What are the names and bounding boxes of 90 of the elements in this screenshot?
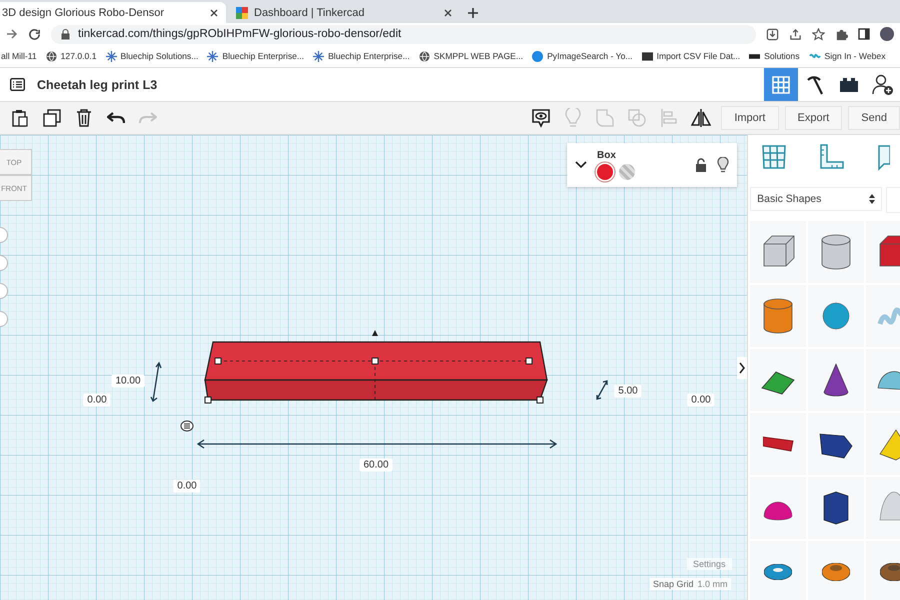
design-title[interactable]: Cheetah leg print L3 [37, 78, 764, 92]
square-logo [642, 52, 653, 60]
redo-arrow-icon [139, 112, 157, 124]
shape-tile[interactable] [808, 285, 864, 347]
asterisk-icon [207, 50, 218, 62]
duplicate-icon [43, 109, 61, 127]
pickaxe-icon [805, 74, 825, 94]
height-dimension-arrow [150, 361, 162, 403]
shape-tile[interactable] [808, 221, 864, 283]
lock-icon [61, 28, 70, 40]
grid-icon [772, 76, 790, 94]
dimension-label[interactable]: 5.00 [614, 384, 642, 398]
shape-tile[interactable] [808, 413, 864, 475]
shape-name: Box [597, 150, 617, 161]
toolbar-button[interactable]: Export [784, 106, 842, 130]
collapse-chevron-icon[interactable] [575, 161, 587, 169]
toolbar-button[interactable]: Import [721, 106, 778, 130]
dimension-label[interactable]: 0.00 [687, 394, 715, 406]
shape-category-select[interactable]: Basic Shapes [750, 187, 882, 211]
asterisk-icon [106, 50, 116, 62]
trash-icon [76, 109, 92, 127]
add-user-icon [872, 74, 894, 96]
circle-logo [532, 50, 544, 62]
asterisk-icon [313, 50, 324, 62]
unlocked-padlock-icon[interactable] [695, 158, 707, 172]
forward-arrow-icon[interactable] [6, 28, 18, 40]
bookmark[interactable]: Solutions [749, 51, 800, 61]
globe-icon [46, 50, 57, 62]
workplane-icon[interactable] [760, 143, 788, 171]
snap-grid-label: Snap Grid [653, 579, 694, 589]
bookmark[interactable]: Import CSV File Dat... [642, 51, 740, 61]
lightbulb-icon[interactable] [717, 157, 729, 173]
dimension-label[interactable]: 0.00 [173, 480, 201, 492]
close-icon[interactable] [210, 8, 218, 16]
design-list-icon[interactable] [10, 78, 25, 91]
bar-logo [749, 54, 760, 58]
bookmark[interactable]: PyImageSearch - Yo... [532, 50, 633, 62]
shape-tile[interactable] [750, 477, 806, 539]
wave-logo [808, 52, 821, 60]
shape-tile[interactable] [750, 541, 806, 600]
speech-bubble-eye-icon [531, 108, 552, 128]
align-icon [661, 108, 678, 128]
reload-icon[interactable] [28, 28, 41, 40]
share-icon[interactable] [789, 28, 802, 40]
brick-icon [839, 76, 859, 92]
chevron-icon [739, 362, 746, 374]
shape-tile[interactable] [808, 541, 864, 600]
profile-avatar[interactable] [880, 27, 894, 41]
plus-icon [467, 6, 479, 18]
lightbulb-icon [565, 108, 582, 128]
bookmark[interactable]: Bluechip Enterprise... [207, 50, 304, 62]
toolbar-button[interactable]: Send [848, 106, 900, 130]
bookmark[interactable]: Bluechip Enterprise... [313, 50, 410, 62]
bookmark[interactable]: Bluechip Solutions... [106, 50, 198, 62]
close-icon[interactable] [444, 8, 452, 16]
install-icon[interactable] [766, 28, 779, 40]
bookmark[interactable]: all Mill-11 [1, 51, 37, 61]
hole-swatch[interactable] [619, 164, 635, 180]
mirror-icon [691, 108, 712, 128]
shape-tile[interactable] [750, 285, 806, 347]
browser-tab[interactable]: 3D design Glorious Robo-Densor [0, 2, 226, 23]
ungroup-shape-icon [627, 108, 648, 128]
shape-tile[interactable] [750, 413, 806, 475]
settings-link[interactable]: Settings [687, 558, 732, 570]
shape-tile[interactable] [750, 349, 806, 411]
bookmark[interactable]: SKMPPL WEB PAGE... [418, 50, 524, 62]
shape-tile[interactable] [808, 477, 864, 539]
dimension-label[interactable]: 60.00 [359, 458, 393, 472]
browser-tab[interactable]: Dashboard | Tinkercad [228, 2, 460, 23]
bookmark[interactable]: 127.0.0.1 [46, 50, 96, 62]
grid-favicon-icon [236, 6, 248, 18]
globe-icon [418, 50, 430, 62]
sidebar-icon[interactable] [858, 28, 870, 40]
star-icon[interactable] [812, 28, 825, 40]
puzzle-icon[interactable] [835, 28, 848, 40]
up-down-caret-icon [869, 194, 876, 204]
snap-grid-select[interactable]: 1.0 mm [698, 579, 728, 589]
address-bar[interactable]: tinkercad.com/things/gpRObIHPmFW-glorious-robo-densor/edit [51, 24, 756, 44]
bookmark[interactable]: Sign In - Webex [808, 51, 886, 61]
shape-tile[interactable] [808, 349, 864, 411]
solid-color-swatch[interactable] [597, 164, 613, 180]
shape-tile[interactable] [750, 221, 806, 283]
width-dimension-arrow [594, 379, 610, 401]
dimension-label[interactable]: 10.00 [111, 374, 145, 388]
panel-toggle-button[interactable] [737, 357, 748, 379]
group-shape-icon [595, 108, 616, 128]
dimension-label[interactable]: 0.00 [83, 394, 111, 406]
undo-arrow-icon [107, 112, 125, 124]
clipboard-icon [12, 109, 28, 127]
note-icon[interactable] [876, 143, 890, 171]
